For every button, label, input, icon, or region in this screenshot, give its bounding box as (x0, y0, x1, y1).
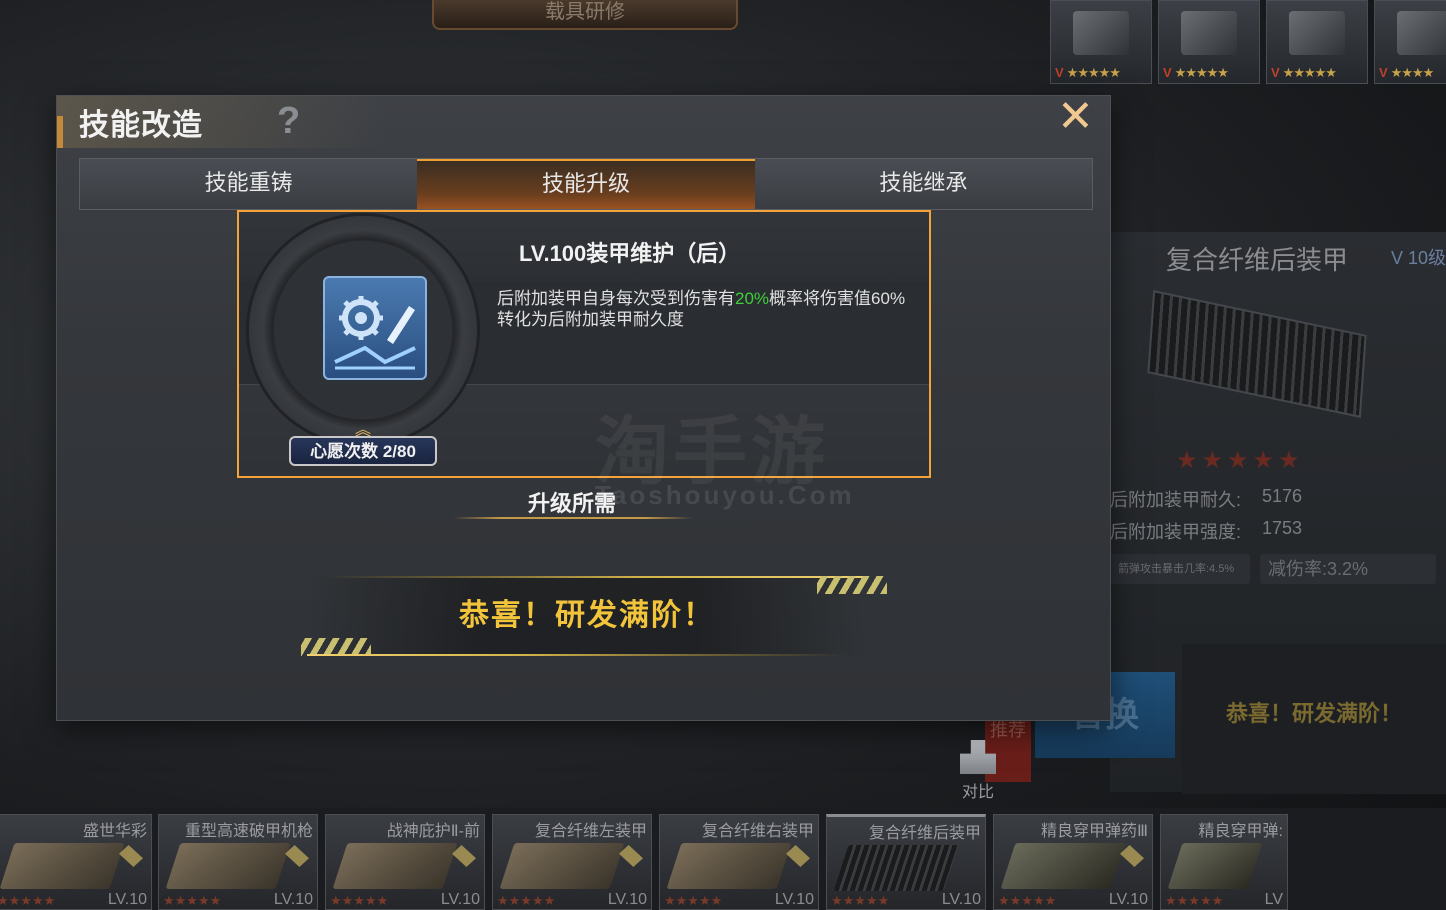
slot-level: LV.10 (440, 891, 480, 908)
item-thumbnail (1289, 11, 1345, 55)
slot-image (0, 843, 125, 889)
slot-stars: ★★★★★ (998, 893, 1057, 908)
top-item[interactable]: V ★★★★★ (1266, 0, 1368, 84)
requirements-title: 升级所需 (527, 491, 616, 516)
equipment-model (1147, 290, 1367, 418)
item-prefix: V (1379, 65, 1388, 80)
slot-stars: ★★★★★ (831, 893, 890, 908)
panel-congrats: 恭喜！研发满阶！ (1182, 644, 1446, 794)
top-item[interactable]: V ★★★★★ (1050, 0, 1152, 84)
tab-skill-recast[interactable]: 技能重铸 (80, 159, 417, 209)
congrats-banner: 恭喜！研发满阶！ (301, 576, 887, 656)
item-stars: ★★★★ (1390, 65, 1435, 80)
slot-name: 复合纤维右装甲 (701, 823, 814, 840)
compare-label: 对比 (961, 784, 994, 801)
equipment-slot[interactable]: 战神庇护Ⅱ-前 ★★★★★ LV.10 (325, 814, 485, 910)
slot-stars: ★★★★★ (664, 893, 723, 908)
slot-stars: ★★★★★ (163, 893, 222, 908)
equipment-slot[interactable]: 精良穿甲弹药Ⅲ ★★★★★ LV.10 (993, 814, 1153, 910)
equipment-slot[interactable]: 盛世华彩 ★★★★★ LV.10 (0, 814, 152, 910)
compare-icon (960, 740, 996, 774)
congrats-text: 恭喜！研发满阶！ (459, 599, 715, 632)
equipment-stars: ★★★★★ (1176, 447, 1304, 474)
stat-durability: 后附加装甲耐久: 5176 (1110, 486, 1302, 512)
stat-strength: 后附加装甲强度: 1753 (1110, 518, 1302, 544)
compare-button[interactable]: 对比 (952, 740, 1004, 802)
wrench-gear-glyph (334, 296, 416, 370)
item-thumbnail (1073, 11, 1129, 55)
item-thumbnail (1181, 11, 1237, 55)
slot-image (666, 843, 792, 889)
equipment-slot[interactable]: 重型高速破甲机枪 ★★★★★ LV.10 (158, 814, 318, 910)
slot-name: 重型高速破甲机枪 (184, 823, 313, 840)
slot-image (332, 843, 458, 889)
slot-image (1000, 843, 1126, 889)
slot-level: LV.10 (273, 891, 313, 908)
slot-stars: ★★★★★ (330, 893, 389, 908)
equipment-slot[interactable]: 精良穿甲弹: ★★★★★ LV (1160, 814, 1288, 910)
wrench-gear-icon (323, 276, 427, 380)
slot-stars: ★★★★★ (1165, 893, 1224, 908)
equipment-slot-selected[interactable]: 复合纤维后装甲 ★★★★★ LV.10 (826, 814, 986, 910)
slot-image (165, 843, 291, 889)
equipment-bar: 盛世华彩 ★★★★★ LV.10 重型高速破甲机枪 ★★★★★ LV.10 战神庇护Ⅱ-… (0, 808, 1446, 910)
background-title: 载具研修 (432, 0, 738, 30)
equipment-slot[interactable]: 复合纤维左装甲 ★★★★★ LV.10 (492, 814, 652, 910)
item-stars: ★★★★★ (1174, 65, 1229, 80)
stat-chip-damage-reduction: 减伤率:3.2% (1260, 554, 1436, 584)
skill-name: LV.100装甲维护（后） (519, 241, 741, 266)
stat-chip-crit: 箭弹攻击暴击几率:4.5% (1110, 554, 1250, 584)
wish-count-badge: 心愿次数 2/80 (289, 436, 437, 466)
equipment-level: V 10级 (1390, 248, 1446, 268)
slot-level: LV.10 (607, 891, 647, 908)
item-prefix: V (1271, 65, 1280, 80)
slot-image (833, 845, 959, 891)
slot-name: 精良穿甲弹药Ⅲ (1040, 823, 1148, 840)
slot-level: LV.10 (941, 891, 981, 908)
stat-label: 后附加装甲强度: (1110, 522, 1242, 542)
requirements-divider (453, 517, 693, 519)
equipment-slot[interactable]: 复合纤维右装甲 ★★★★★ LV.10 (659, 814, 819, 910)
banner-line-bottom (307, 654, 847, 656)
skill-medal (249, 216, 477, 444)
top-item[interactable]: V ★★★★★ (1158, 0, 1260, 84)
skill-description: 后附加装甲自身每次受到伤害有20%概率将伤害值60%转化为后附加装甲耐久度 (497, 288, 917, 330)
stat-value: 5176 (1262, 486, 1303, 506)
item-stars: ★★★★★ (1066, 65, 1121, 80)
top-item-strip: V ★★★★★ V ★★★★★ V ★★★★★ V ★★★★ (1050, 0, 1446, 84)
item-thumbnail (1397, 11, 1446, 55)
slot-name: 盛世华彩 (82, 823, 147, 840)
slot-level: LV.10 (1108, 891, 1148, 908)
slot-level: LV.10 (107, 891, 147, 908)
dialog-title: 技能改造 (79, 109, 203, 142)
item-prefix: V (1163, 65, 1172, 80)
slot-name: 复合纤维后装甲 (868, 825, 981, 842)
slot-name: 战神庇护Ⅱ-前 (386, 823, 480, 840)
item-stars: ★★★★★ (1282, 65, 1337, 80)
stat-label: 后附加装甲耐久: (1110, 490, 1242, 510)
tab-bar: 技能重铸 技能升级 技能继承 (79, 158, 1093, 210)
help-icon[interactable]: ? (277, 100, 300, 143)
skill-modify-dialog: 技能改造 ? ✕ 技能重铸 技能升级 技能继承 LV.100装甲维护（后） 后附… (57, 95, 1110, 720)
desc-text: 后附加装甲自身每次受到伤害有 (497, 289, 735, 308)
stat-value: 1753 (1262, 518, 1303, 538)
slot-image (1167, 843, 1263, 889)
equipment-name: 复合纤维后装甲 (1166, 245, 1349, 275)
slot-level: LV (1264, 891, 1283, 908)
slot-stars: ★★★★★ (497, 893, 556, 908)
tab-skill-upgrade[interactable]: 技能升级 (417, 159, 755, 209)
tab-skill-inherit[interactable]: 技能继承 (755, 159, 1092, 209)
slot-stars: ★★★★★ (0, 893, 56, 908)
title-accent (57, 116, 63, 148)
slot-level: LV.10 (774, 891, 814, 908)
slot-image (499, 843, 625, 889)
top-item[interactable]: V ★★★★ (1374, 0, 1446, 84)
close-icon[interactable]: ✕ (1057, 95, 1094, 139)
desc-highlight: 20% (735, 289, 770, 308)
slot-name: 精良穿甲弹: (1198, 823, 1283, 840)
slot-name: 复合纤维左装甲 (534, 823, 647, 840)
item-prefix: V (1055, 65, 1064, 80)
